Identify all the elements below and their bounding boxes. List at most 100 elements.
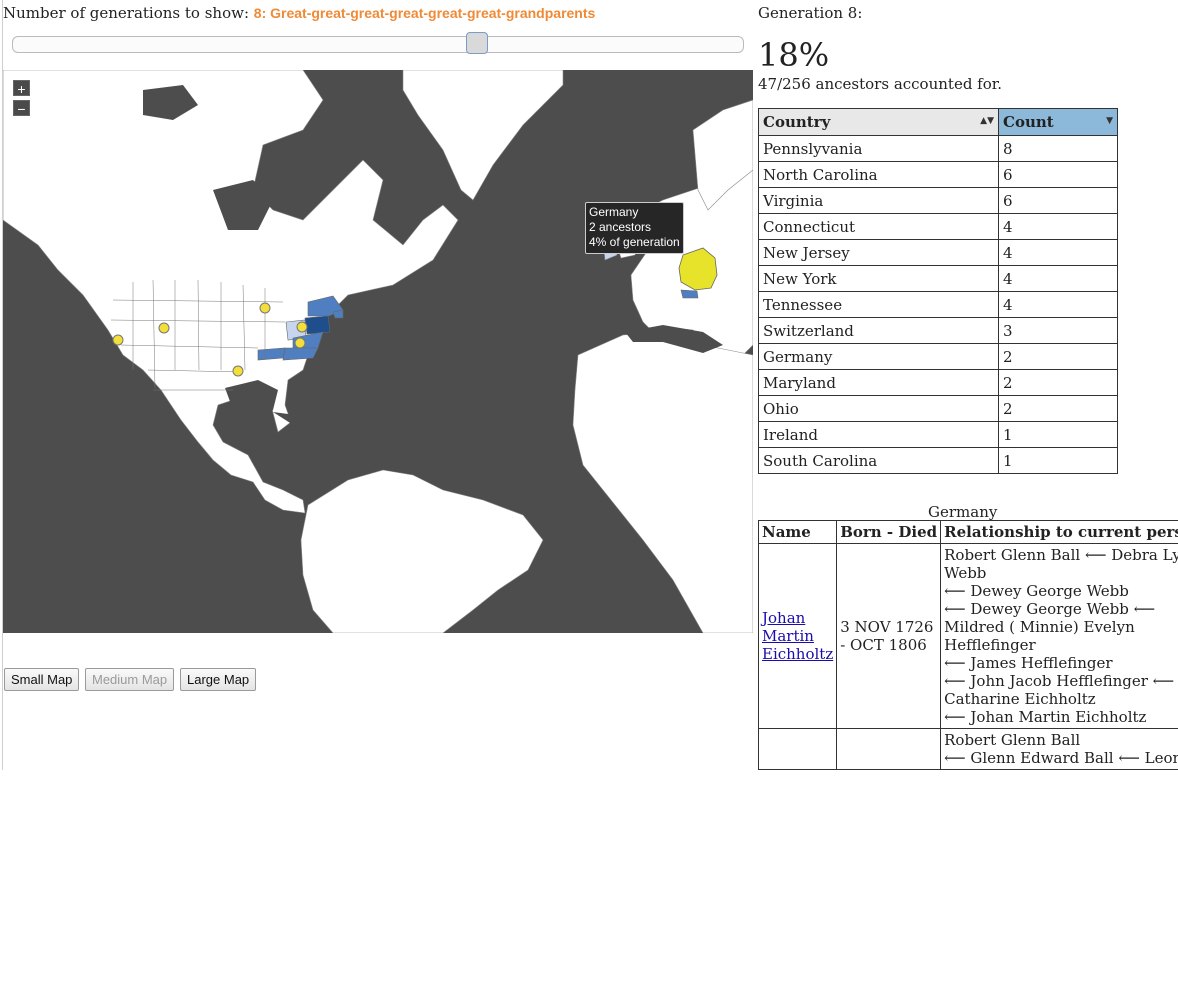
zoom-out-button[interactable]: − (13, 100, 30, 117)
relationship-line: ⟵ Dewey George Webb (944, 582, 1129, 600)
country-table-header: Country ▲▼ Count ▼ (758, 108, 1118, 136)
country-table-body: Pennslyvania 8 North Carolina 6 Virginia 6 Con… (758, 135, 1118, 474)
country-header-label: Country (763, 113, 831, 131)
relationship-line: ⟵ James Hefflefinger (944, 654, 1113, 672)
name-cell (757, 728, 838, 770)
dates-cell (836, 728, 942, 770)
count-cell: 8 (998, 135, 1118, 162)
country-cell: New Jersey (758, 239, 999, 266)
map-tooltip: Germany 2 ancestors 4% of generation (585, 202, 684, 254)
count-cell: 2 (998, 369, 1118, 396)
count-cell: 2 (998, 343, 1118, 370)
table-row[interactable]: New York 4 (758, 265, 1118, 292)
generation-value: 8: Great-great-great-great-great-great-g… (253, 5, 596, 21)
ancestor-table: Name Born - Died Relationship to current… (757, 520, 1178, 770)
table-row[interactable]: Connecticut 4 (758, 213, 1118, 240)
country-cell: Virginia (758, 187, 999, 214)
ancestor-table-header: Name Born - Died Relationship to current… (757, 520, 1178, 544)
country-cell: Switzerland (758, 317, 999, 344)
relationship-line: ⟵ John Jacob Hefflefinger ⟵ Catharine Ei… (944, 672, 1175, 708)
relationship-cell: Robert Glenn Ball ⟵ Debra Lynn Webb ⟵ Dew… (940, 543, 1178, 729)
count-header-label: Count (1003, 113, 1054, 131)
page-content: Number of generations to show: 8: Great-… (0, 0, 1178, 770)
map-canvas[interactable] (3, 70, 753, 633)
ancestor-map[interactable]: + − Germany 2 ancestors 4% of generation (3, 70, 753, 633)
dates-column-header: Born - Died (836, 520, 942, 544)
generation-label: Number of generations to show: (3, 4, 249, 22)
country-cell: Ireland (758, 421, 999, 448)
generation-percent: 18% (758, 36, 830, 74)
table-row[interactable]: Maryland 2 (758, 369, 1118, 396)
medium-map-button[interactable]: Medium Map (85, 668, 175, 691)
country-cell: North Carolina (758, 161, 999, 188)
relationship-line: ⟵ Johan Martin Eichholtz (944, 708, 1147, 726)
count-cell: 4 (998, 265, 1118, 292)
tooltip-country: Germany (589, 205, 639, 219)
generation-slider[interactable] (12, 32, 744, 54)
relationship-column-header: Relationship to current person (940, 520, 1178, 544)
count-cell: 6 (998, 187, 1118, 214)
country-cell: Connecticut (758, 213, 999, 240)
count-cell: 3 (998, 317, 1118, 344)
state-north-carolina[interactable] (282, 347, 319, 361)
table-row[interactable]: North Carolina 6 (758, 161, 1118, 188)
table-row[interactable]: Germany 2 (758, 343, 1118, 370)
relationship-line: ⟵ Dewey George Webb ⟵ Mildred ( Minnie) … (944, 600, 1156, 654)
count-cell: 4 (998, 239, 1118, 266)
table-row[interactable]: Pennslyvania 8 (758, 135, 1118, 162)
country-cell: South Carolina (758, 447, 999, 474)
relationship-line: Robert Glenn Ball (944, 731, 1081, 749)
table-row[interactable]: Ireland 1 (758, 421, 1118, 448)
count-cell: 6 (998, 161, 1118, 188)
count-cell: 4 (998, 213, 1118, 240)
table-row[interactable]: Switzerland 3 (758, 317, 1118, 344)
zoom-in-button[interactable]: + (13, 80, 30, 97)
generation-heading: Generation 8: (758, 4, 863, 22)
generation-selector: Number of generations to show: 8: Great-… (3, 4, 595, 22)
dates-cell: 3 NOV 1726 - OCT 1806 (836, 543, 942, 729)
slider-handle[interactable] (466, 32, 488, 54)
map-point[interactable] (294, 337, 306, 349)
relationship-line: ⟵ Glenn Edward Ball ⟵ Leona (944, 749, 1178, 767)
country-cell: Pennslyvania (758, 135, 999, 162)
table-row[interactable]: Ohio 2 (758, 395, 1118, 422)
ancestor-table-body: Johan Martin Eichholtz 3 NOV 1726 - OCT 1… (757, 543, 1178, 770)
table-row[interactable]: South Carolina 1 (758, 447, 1118, 474)
country-cell: Tennessee (758, 291, 999, 318)
country-table: Country ▲▼ Count ▼ Pennslyvania 8 North Caro… (758, 108, 1118, 474)
count-cell: 1 (998, 421, 1118, 448)
country-cell: Germany (758, 343, 999, 370)
map-point[interactable] (112, 334, 124, 346)
table-row[interactable]: Tennessee 4 (758, 291, 1118, 318)
country-cell: Maryland (758, 369, 999, 396)
land-switzerland[interactable] (680, 289, 699, 299)
table-row: Johan Martin Eichholtz 3 NOV 1726 - OCT 1… (757, 543, 1178, 729)
small-map-button[interactable]: Small Map (4, 668, 80, 691)
sort-both-icon: ▲▼ (980, 116, 994, 126)
ancestors-accounted: 47/256 ancestors accounted for. (758, 75, 1003, 93)
map-point[interactable] (296, 321, 308, 333)
state-tennessee[interactable] (257, 347, 286, 361)
sort-desc-icon: ▼ (1106, 116, 1113, 126)
country-cell: New York (758, 265, 999, 292)
count-cell: 4 (998, 291, 1118, 318)
tooltip-ancestors: 2 ancestors (589, 220, 652, 234)
state-pennsylvania[interactable] (304, 315, 331, 335)
name-column-header: Name (757, 520, 838, 544)
relationship-line: Robert Glenn Ball ⟵ Debra Lynn Webb (944, 546, 1178, 582)
map-point[interactable] (259, 302, 271, 314)
ancestor-link[interactable]: Johan Martin Eichholtz (762, 609, 833, 663)
count-column-header[interactable]: Count ▼ (998, 108, 1118, 136)
country-cell: Ohio (758, 395, 999, 422)
relationship-cell: Robert Glenn Ball ⟵ Glenn Edward Ball ⟵ L… (940, 728, 1178, 770)
table-row[interactable]: New Jersey 4 (758, 239, 1118, 266)
country-column-header[interactable]: Country ▲▼ (758, 108, 999, 136)
name-cell: Johan Martin Eichholtz (757, 543, 838, 729)
detail-title: Germany (928, 503, 998, 521)
map-point[interactable] (158, 322, 170, 334)
map-point[interactable] (232, 365, 244, 377)
count-cell: 1 (998, 447, 1118, 474)
large-map-button[interactable]: Large Map (180, 668, 257, 691)
table-row[interactable]: Virginia 6 (758, 187, 1118, 214)
tooltip-percent: 4% of generation (589, 235, 680, 249)
